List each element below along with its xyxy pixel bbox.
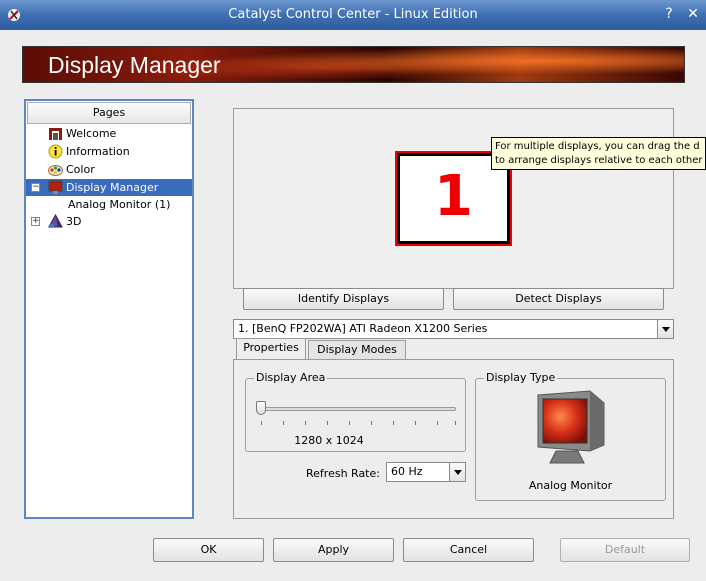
slider-tick [327,421,328,425]
slider-tick [393,421,394,425]
tree-item-analog-monitor[interactable]: Analog Monitor (1) [26,196,192,213]
ok-button[interactable]: OK [153,538,264,562]
tree-item-label: Analog Monitor (1) [68,198,171,211]
tree-item-label: Color [66,163,95,176]
slider-tick [305,421,306,425]
chevron-down-icon[interactable] [657,320,673,338]
expand-toggle[interactable]: + [31,217,40,226]
display-type-value: Analog Monitor [528,479,613,492]
slider-tick [455,421,456,425]
display-type-group: Display Type Analog Monitor [475,371,666,501]
slider-tick [349,421,350,425]
welcome-icon [49,128,62,140]
refresh-rate-select[interactable]: 60 Hz [386,462,466,482]
display-area-title: Display Area [254,371,328,384]
slider-track[interactable] [260,407,456,411]
color-icon [48,165,63,176]
tab-display-modes[interactable]: Display Modes [308,340,406,360]
page-title: Display Manager [48,52,221,78]
tree-item-label: Display Manager [66,181,159,194]
resolution-slider-handle[interactable] [256,401,266,415]
tree-item-3d[interactable]: + 3D [26,213,192,230]
title-bar: Catalyst Control Center - Linux Edition … [0,0,706,30]
display-select-value: 1. [BenQ FP202WA] ATI Radeon X1200 Serie… [238,322,488,335]
tree-item-label: Information [66,145,130,158]
slider-tick [371,421,372,425]
client-area: Display Manager Pages Welcome Informatio… [0,30,706,581]
tree-item-label: Welcome [66,127,117,140]
page-banner: Display Manager [22,46,685,83]
apply-button[interactable]: Apply [273,538,394,562]
monitor-number: 1 [434,164,473,229]
display-manager-icon [48,180,63,194]
pages-header: Pages [27,102,191,124]
display-area-group: Display Area 1280 x 1024 [245,371,466,452]
pages-panel: Pages Welcome Information Color − Displa… [24,99,194,519]
display-preview-area[interactable]: 1 [233,108,674,289]
detect-displays-button[interactable]: Detect Displays [453,288,664,310]
display-type-title: Display Type [484,371,558,384]
tree-item-color[interactable]: Color [26,161,192,178]
tree-item-display-manager[interactable]: − Display Manager [26,179,192,196]
tree-item-welcome[interactable]: Welcome [26,125,192,142]
tree-item-information[interactable]: Information [26,143,192,160]
cancel-button[interactable]: Cancel [403,538,534,562]
slider-tick [437,421,438,425]
refresh-rate-label: Refresh Rate: [306,467,380,480]
analog-monitor-icon [537,390,605,464]
tab-properties[interactable]: Properties [236,338,306,360]
close-icon: ✕ [687,6,699,22]
tooltip-line: to arrange displays relative to each oth… [495,155,703,166]
close-button[interactable]: ✕ [684,5,702,23]
help-icon: ? [665,6,673,22]
tooltip: For multiple displays, you can drag the … [491,137,706,170]
window-title: Catalyst Control Center - Linux Edition [228,7,478,22]
chevron-down-icon[interactable] [449,463,465,481]
information-icon [48,144,63,159]
resolution-value: 1280 x 1024 [294,434,364,447]
help-button[interactable]: ? [660,5,678,23]
3d-icon [48,214,63,228]
identify-displays-button[interactable]: Identify Displays [243,288,444,310]
collapse-toggle[interactable]: − [31,183,40,192]
default-button[interactable]: Default [560,538,690,562]
properties-tab-pane: Display Area 1280 x 1024 Refresh Rate: 6… [233,359,674,519]
display-select[interactable]: 1. [BenQ FP202WA] ATI Radeon X1200 Serie… [233,319,674,339]
tooltip-line: For multiple displays, you can drag the … [495,141,700,152]
slider-tick [415,421,416,425]
refresh-rate-value: 60 Hz [391,465,423,478]
slider-tick [261,421,262,425]
tree-item-label: 3D [66,215,82,228]
slider-tick [283,421,284,425]
